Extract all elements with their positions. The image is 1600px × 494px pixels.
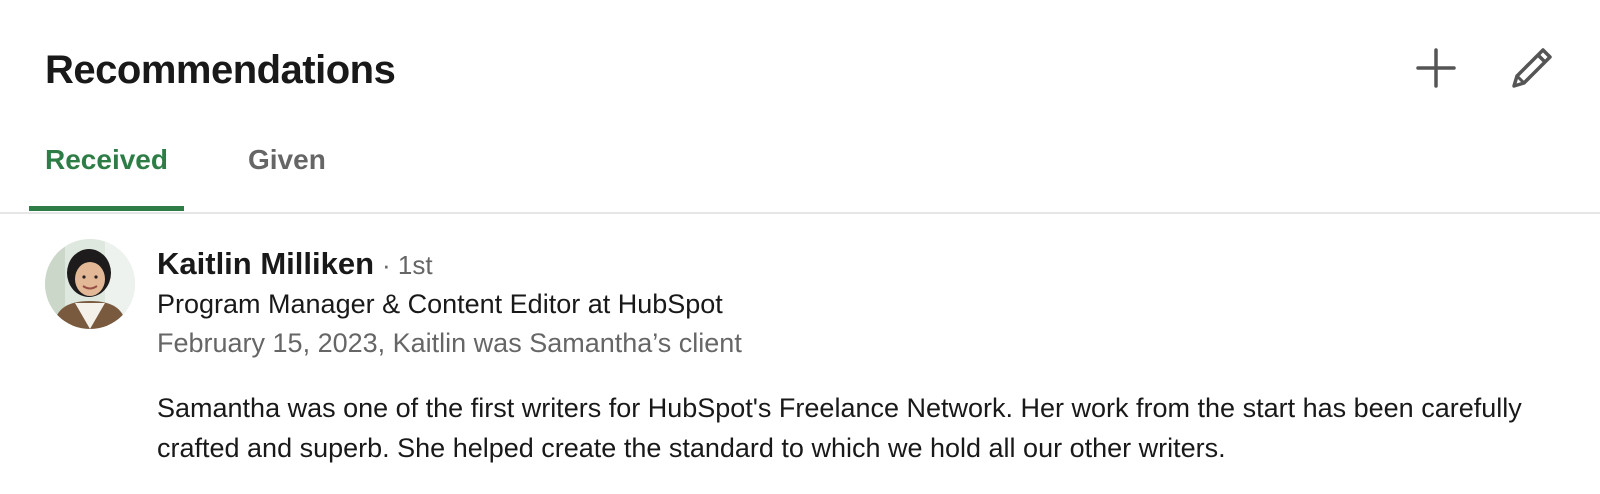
avatar[interactable] [45,239,135,329]
recommendation-meta: February 15, 2023, Kaitlin was Samantha’… [157,328,742,358]
avatar-image [45,239,135,329]
connection-degree: · 1st [382,250,433,280]
recommender-name[interactable]: Kaitlin Milliken [157,245,374,283]
section-header: Recommendations [0,0,1600,130]
tab-given[interactable]: Given [248,144,326,198]
edit-recommendations-button[interactable] [1508,44,1556,92]
section-title: Recommendations [45,48,396,92]
recommender-headline: Program Manager & Content Editor at HubS… [157,289,723,319]
recommendation-text: Samantha was one of the first writers fo… [157,393,1522,463]
tab-received[interactable]: Received [45,144,168,198]
tab-bar: Received Given [0,130,1600,214]
recommendation-item: Kaitlin Milliken · 1st Program Manager &… [0,212,1600,494]
recommendations-card: Recommendations Received Given Kaitlin M… [0,0,1600,494]
pencil-icon [1512,48,1552,88]
active-tab-indicator [29,206,184,211]
plus-icon [1416,48,1456,88]
add-recommendation-button[interactable] [1412,44,1460,92]
